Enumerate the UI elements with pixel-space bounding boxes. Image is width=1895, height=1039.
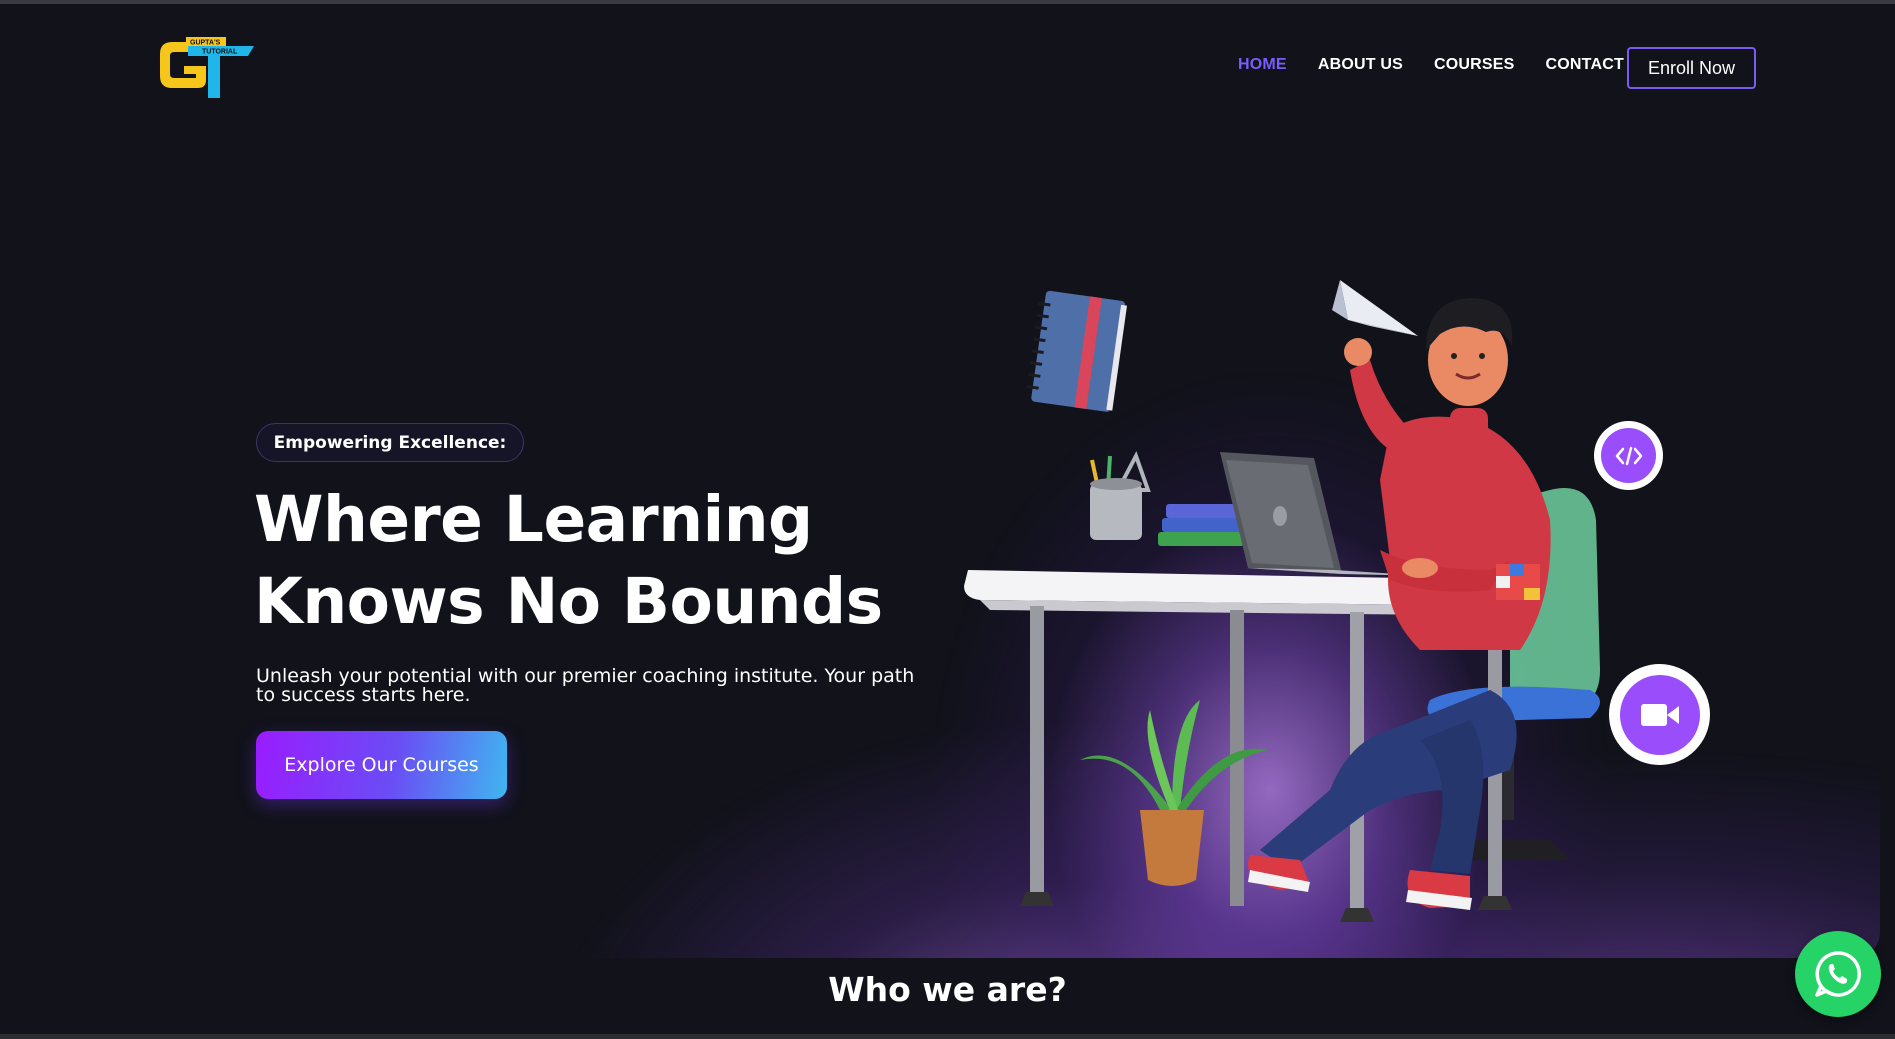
whatsapp-button[interactable]: [1795, 931, 1881, 1017]
video-camera-icon: [1619, 674, 1700, 755]
pencil-cup-illustration: [1090, 451, 1151, 540]
hero-headline-line1: Where Learning: [254, 483, 813, 556]
logo[interactable]: GUPTA'S TUTORIAL: [158, 36, 254, 100]
nav-about-us[interactable]: ABOUT US: [1318, 56, 1403, 74]
enroll-now-button[interactable]: Enroll Now: [1627, 47, 1756, 89]
main-nav: HOME ABOUT US COURSES CONTACT: [1238, 56, 1624, 74]
nav-contact[interactable]: CONTACT: [1546, 56, 1624, 74]
hero-subtext: Unleash your potential with our premier …: [256, 665, 915, 706]
window-top-border: [0, 0, 1895, 4]
logo-text-top: GUPTA'S: [190, 40, 221, 47]
code-icon: [1601, 428, 1656, 483]
nav-home[interactable]: HOME: [1238, 56, 1287, 74]
whatsapp-icon: [1815, 951, 1861, 997]
hero-headline: Where Learning Knows No Bounds: [254, 479, 894, 643]
logo-text-bottom: TUTORIAL: [202, 49, 238, 56]
video-icon-badge: [1609, 664, 1710, 765]
nav-courses[interactable]: COURSES: [1434, 56, 1515, 74]
paper-plane-illustration: [1332, 280, 1418, 336]
hero-badge: Empowering Excellence:: [256, 423, 524, 462]
code-icon-badge: [1594, 421, 1663, 490]
window-bottom-border: [0, 1034, 1895, 1039]
books-illustration: [1158, 504, 1244, 546]
hero-headline-line2: Knows No Bounds: [254, 565, 883, 638]
explore-courses-button[interactable]: Explore Our Courses: [256, 731, 507, 799]
hero-illustration: [950, 270, 1710, 950]
notebook-illustration: [1026, 290, 1128, 412]
who-we-are-heading: Who we are?: [828, 970, 1067, 1009]
